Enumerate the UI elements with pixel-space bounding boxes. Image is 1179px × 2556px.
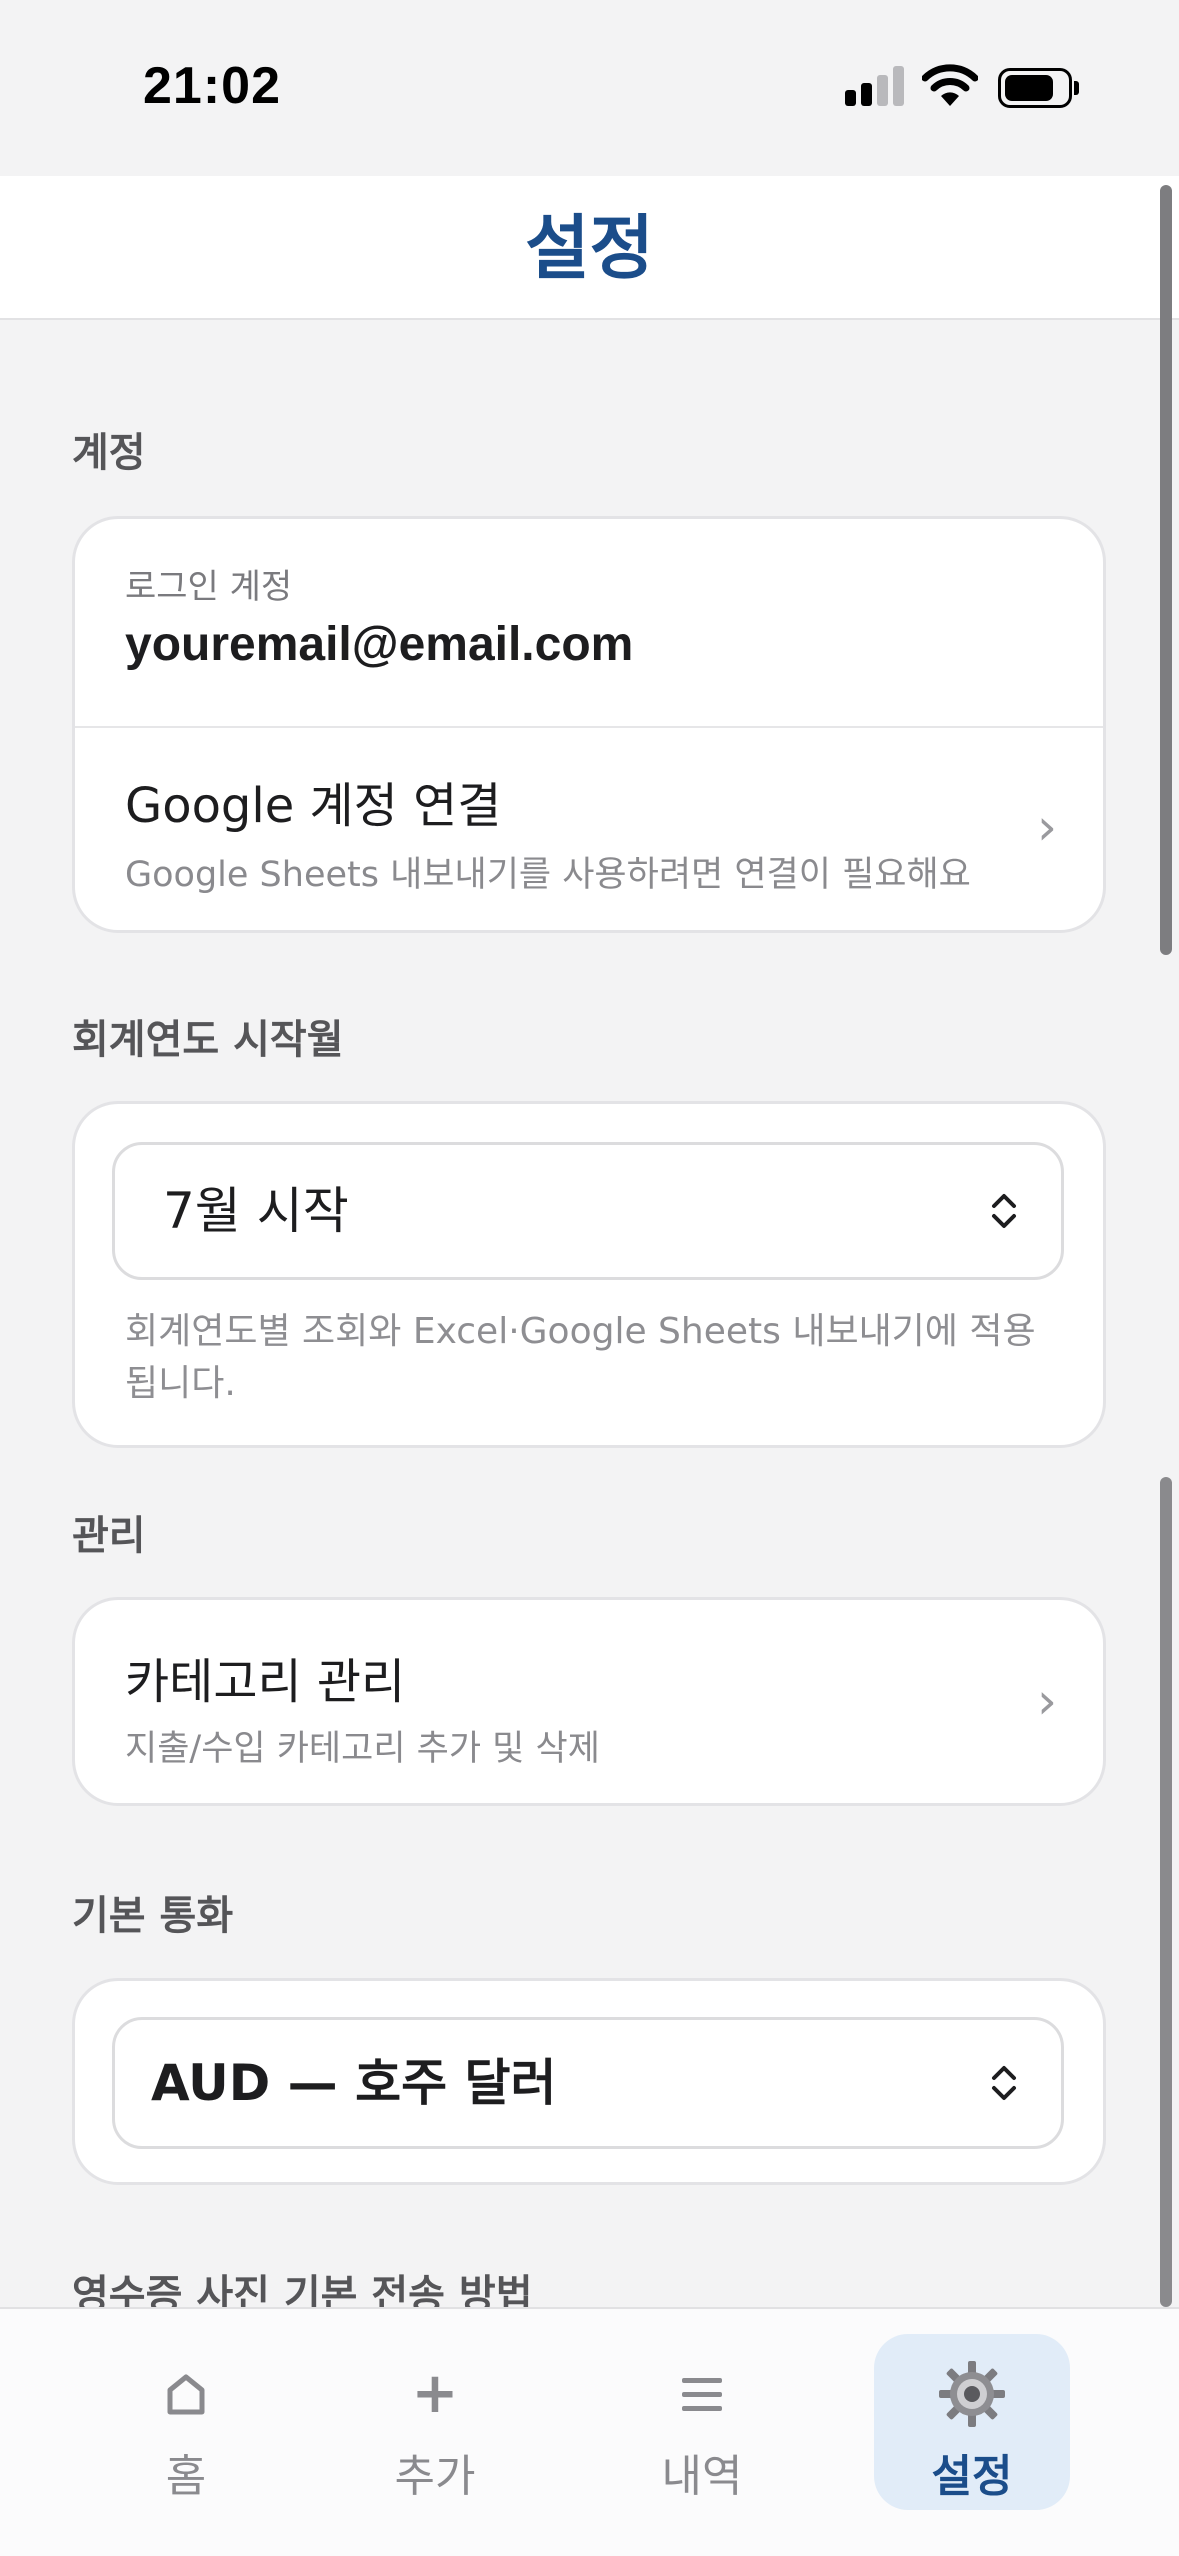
app-header: 설정 (0, 176, 1179, 320)
account-card: 로그인 계정 youremail@email.com Google 계정 연결 … (72, 516, 1106, 933)
category-manage-subtitle: 지출/수입 카테고리 추가 및 삭제 (125, 1729, 600, 1769)
tab-home-label: 홈 (165, 2451, 207, 2502)
manage-card: 카테고리 관리 지출/수입 카테고리 추가 및 삭제 › (72, 1597, 1106, 1806)
bottom-tab-bar: 홈 + 추가 내역 설정 (0, 2307, 1179, 2556)
tab-history[interactable]: 내역 (604, 2334, 800, 2510)
fiscal-card: 7월 시작 회계연도별 조회와 Excel·Google Sheets 내보내기… (72, 1101, 1106, 1448)
google-connect-subtitle: Google Sheets 내보내기를 사용하려면 연결이 필요해요 (125, 855, 971, 895)
chevron-right-icon: › (1037, 798, 1057, 856)
login-account-row: 로그인 계정 youremail@email.com (75, 519, 1103, 726)
tab-add-label: 추가 (394, 2451, 476, 2502)
scrollbar[interactable] (1160, 185, 1172, 955)
google-connect-row[interactable]: Google 계정 연결 Google Sheets 내보내기를 사용하려면 연… (75, 728, 1103, 930)
category-manage-row[interactable]: 카테고리 관리 지출/수입 카테고리 추가 및 삭제 › (75, 1600, 1103, 1803)
plus-icon: + (411, 2361, 459, 2426)
gear-icon (874, 2360, 1070, 2428)
account-section-label: 계정 (72, 430, 146, 476)
currency-select[interactable]: AUD — 호주 달러 (112, 2017, 1064, 2149)
status-time: 21:02 (143, 57, 281, 115)
currency-card: AUD — 호주 달러 (72, 1978, 1106, 2185)
fiscal-month-select[interactable]: 7월 시작 (112, 1142, 1064, 1280)
battery-icon (998, 68, 1079, 108)
home-icon (88, 2360, 284, 2428)
google-connect-title: Google 계정 연결 (125, 778, 502, 834)
cellular-signal-icon (845, 66, 905, 106)
chevron-right-icon: › (1037, 1672, 1057, 1730)
fiscal-section-label: 회계연도 시작월 (72, 1017, 344, 1063)
tab-home[interactable]: 홈 (88, 2334, 284, 2510)
fiscal-month-value: 7월 시작 (163, 1182, 349, 1240)
chevron-up-down-icon (992, 1194, 1016, 1228)
currency-value: AUD — 호주 달러 (151, 2054, 557, 2112)
tab-add[interactable]: + 추가 (337, 2334, 533, 2510)
status-bar: 21:02 (0, 0, 1179, 176)
tab-history-label: 내역 (661, 2451, 743, 2502)
currency-section-label: 기본 통화 (72, 1893, 234, 1939)
fiscal-note: 회계연도별 조회와 Excel·Google Sheets 내보내기에 적용됩니… (125, 1311, 1036, 1404)
category-manage-title: 카테고리 관리 (125, 1654, 406, 1710)
scrollbar-secondary[interactable] (1160, 1477, 1172, 2307)
chevron-up-down-icon (992, 2066, 1016, 2100)
login-account-label: 로그인 계정 (125, 567, 293, 607)
page-title: 설정 (525, 207, 654, 289)
wifi-icon (922, 64, 978, 106)
manage-section-label: 관리 (72, 1513, 146, 1559)
tab-settings[interactable]: 설정 (874, 2334, 1070, 2510)
list-icon (604, 2360, 800, 2428)
tab-settings-label: 설정 (931, 2451, 1013, 2502)
settings-screen: 21:02 설정 계정 로그인 계정 youremail@email.com G… (0, 0, 1179, 2556)
login-email: youremail@email.com (125, 618, 634, 671)
